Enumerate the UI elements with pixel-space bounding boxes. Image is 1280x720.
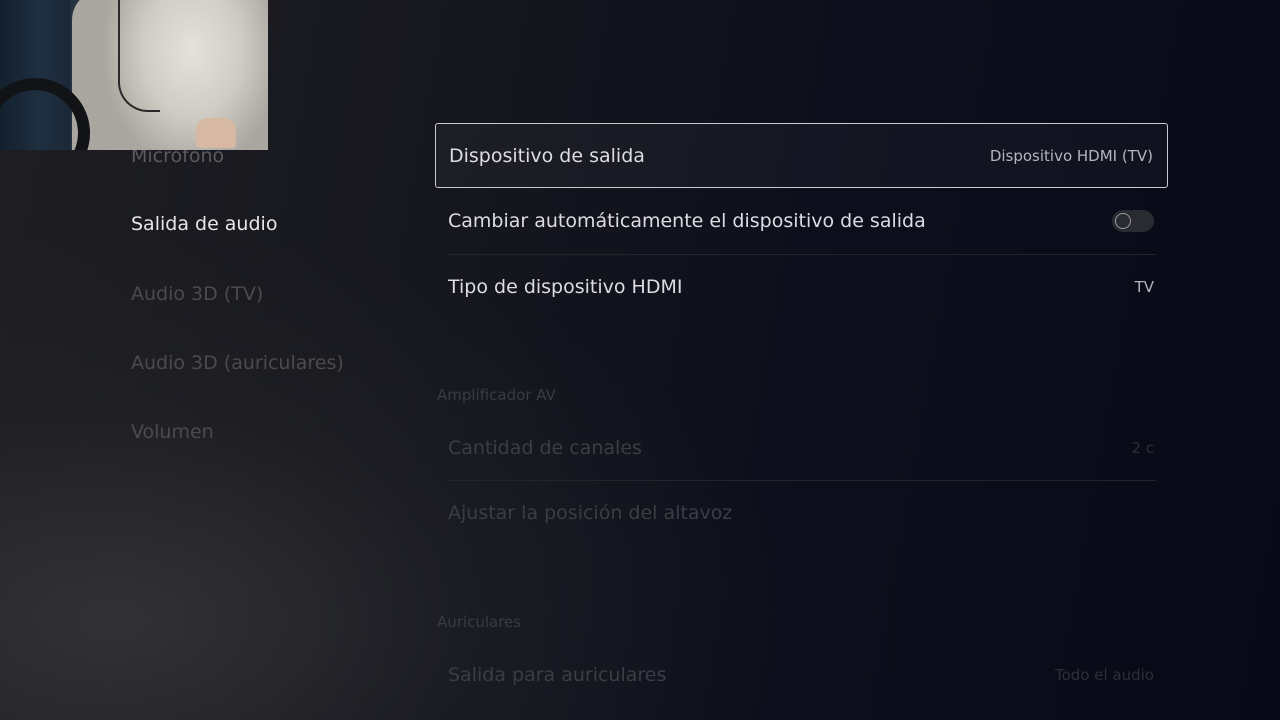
auto-switch-toggle[interactable] (1112, 210, 1154, 232)
headphone-output-label: Salida para auriculares (448, 664, 667, 686)
nav-item-3d-audio-headphones[interactable]: Audio 3D (auriculares) (131, 352, 344, 374)
output-device-value: Dispositivo HDMI (TV) (989, 146, 1153, 165)
webcam-person (72, 0, 268, 150)
headphone-output-value: Todo el audio (1055, 666, 1154, 684)
nav-item-audio-output[interactable]: Salida de audio (131, 213, 277, 235)
auto-switch-row[interactable]: Cambiar automáticamente el dispositivo d… (435, 189, 1168, 253)
output-device-row[interactable]: Dispositivo de salida Dispositivo HDMI (… (435, 123, 1168, 188)
channel-count-value: 2 c (1131, 439, 1154, 457)
section-title-headphones: Auriculares (437, 613, 522, 631)
channel-count-row[interactable]: Cantidad de canales 2 c (435, 416, 1168, 480)
headphone-output-row[interactable]: Salida para auriculares Todo el audio (435, 643, 1168, 707)
toggle-knob (1115, 213, 1131, 229)
webcam-overlay (0, 0, 268, 150)
hdmi-device-type-value: TV (1134, 278, 1154, 296)
auto-switch-label: Cambiar automáticamente el dispositivo d… (448, 210, 926, 232)
settings-screen: Micrófono Salida de audio Audio 3D (TV) … (0, 0, 1280, 720)
section-title-av-amplifier: Amplificador AV (437, 386, 556, 404)
channel-count-label: Cantidad de canales (448, 437, 642, 459)
speaker-position-label: Ajustar la posición del altavoz (448, 502, 733, 524)
webcam-cord (118, 0, 160, 112)
hdmi-device-type-row[interactable]: Tipo de dispositivo HDMI TV (435, 255, 1168, 319)
speaker-position-row[interactable]: Ajustar la posición del altavoz (435, 481, 1168, 545)
output-device-label: Dispositivo de salida (449, 144, 645, 167)
webcam-hand (196, 118, 236, 148)
nav-item-volume[interactable]: Volumen (131, 421, 214, 443)
nav-item-3d-audio-tv[interactable]: Audio 3D (TV) (131, 283, 263, 305)
hdmi-device-type-label: Tipo de dispositivo HDMI (448, 276, 683, 298)
